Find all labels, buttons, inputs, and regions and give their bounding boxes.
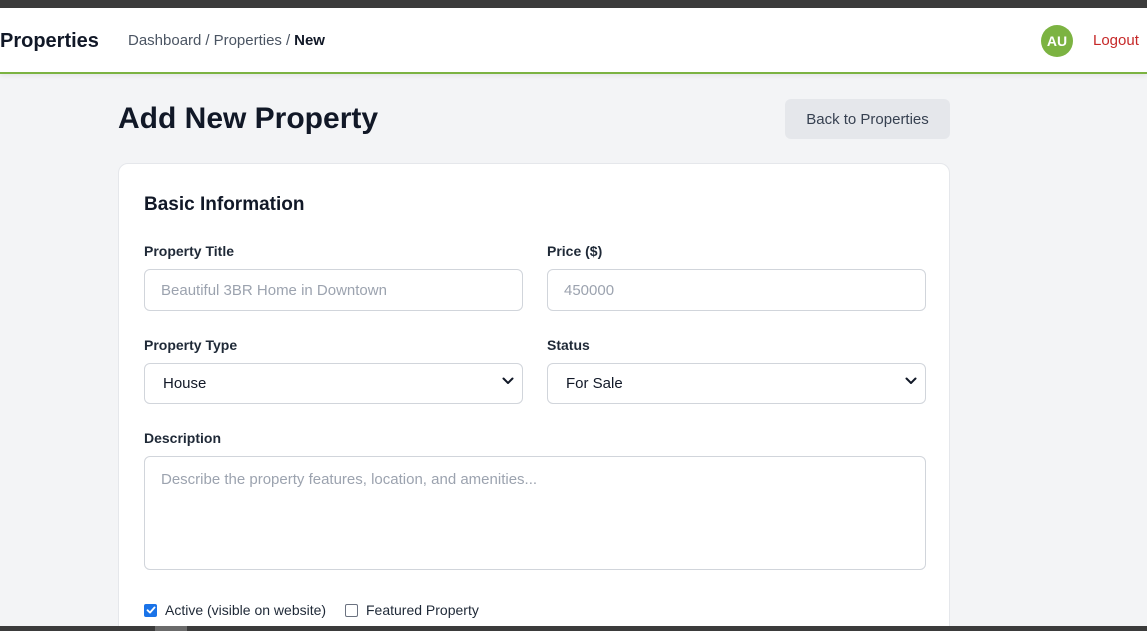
section-title: Basic Information <box>144 194 305 215</box>
breadcrumb-properties[interactable]: Properties <box>214 32 282 49</box>
description-label: Description <box>144 430 222 446</box>
breadcrumb: Dashboard / Properties / New <box>128 32 325 49</box>
property-type-select-wrap: House <box>144 363 523 404</box>
property-title-input[interactable] <box>144 269 523 311</box>
featured-checkbox-label: Featured Property <box>366 602 479 618</box>
brand-title: Properties <box>0 30 99 52</box>
featured-checkbox[interactable] <box>345 603 358 617</box>
description-textarea[interactable] <box>144 456 926 570</box>
top-navbar: Properties Dashboard / Properties / New AU L… <box>0 8 1147 74</box>
active-checkbox-label: Active (visible on website) <box>165 602 327 618</box>
back-to-properties-button[interactable]: Back to Properties <box>785 99 950 139</box>
price-label: Price ($) <box>547 243 603 259</box>
active-checkbox[interactable] <box>144 603 157 617</box>
horizontal-scrollbar[interactable] <box>0 626 1147 631</box>
logout-link[interactable]: Logout <box>1093 32 1139 49</box>
featured-checkbox-row[interactable]: Featured Property <box>345 602 479 618</box>
breadcrumb-separator: / <box>205 32 210 49</box>
scrollbar-thumb[interactable] <box>155 626 187 631</box>
property-type-label: Property Type <box>144 337 238 353</box>
page-title: Add New Property <box>118 102 379 135</box>
active-checkbox-row[interactable]: Active (visible on website) <box>144 602 326 618</box>
status-label: Status <box>547 337 590 353</box>
checkmark-icon <box>146 606 155 614</box>
user-avatar[interactable]: AU <box>1041 25 1073 57</box>
property-type-select[interactable]: House <box>144 363 523 404</box>
breadcrumb-separator: / <box>285 32 291 49</box>
breadcrumb-dashboard[interactable]: Dashboard <box>128 32 201 49</box>
status-select-wrap: For Sale <box>547 363 926 404</box>
window-top-bar <box>0 0 1147 8</box>
property-title-label: Property Title <box>144 243 234 259</box>
basic-information-card: Basic Information Property Title Price (… <box>118 163 950 631</box>
price-input[interactable] <box>547 269 926 311</box>
status-select[interactable]: For Sale <box>547 363 926 404</box>
breadcrumb-current: New <box>294 32 325 49</box>
